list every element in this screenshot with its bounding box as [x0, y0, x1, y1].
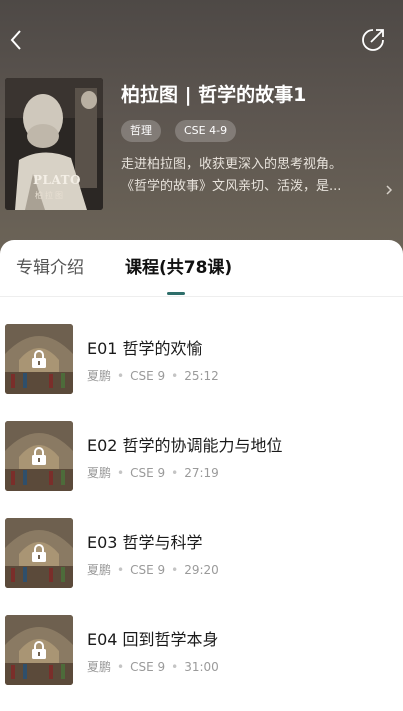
meta-separator: • — [117, 660, 125, 674]
chevron-right-icon — [386, 185, 393, 195]
course-level: CSE 9 — [130, 563, 166, 577]
content-panel: 专辑介绍 课程(共78课) E01 哲学的欢愉 夏鹏 • CSE 9 • 25:… — [0, 240, 403, 711]
course-thumbnail — [5, 518, 73, 588]
course-title: E01 哲学的欢愉 — [87, 339, 203, 358]
album-title: 柏拉图 | 哲学的故事1 — [121, 84, 307, 106]
course-duration: 29:20 — [184, 563, 219, 577]
cover-title: PLATO — [33, 173, 81, 187]
course-meta: 夏鹏 • CSE 9 • 27:19 — [87, 464, 219, 481]
course-duration: 25:12 — [184, 369, 219, 383]
album-header: PLATO 柏拉图 柏拉图 | 哲学的故事1 哲理 CSE 4-9 走进柏拉图，… — [0, 0, 403, 262]
active-tab-indicator — [167, 292, 185, 295]
tab-courses[interactable]: 课程(共78课) — [125, 257, 232, 279]
meta-separator: • — [117, 563, 125, 577]
course-title: E04 回到哲学本身 — [87, 630, 219, 649]
course-item[interactable]: E03 哲学与科学 夏鹏 • CSE 9 • 29:20 — [0, 518, 403, 590]
tag-level[interactable]: CSE 4-9 — [175, 120, 237, 142]
description-line-2: 《哲学的故事》文风亲切、活泼，是... — [121, 179, 342, 194]
meta-separator: • — [117, 466, 125, 480]
lock-icon — [32, 350, 46, 368]
meta-separator: • — [117, 369, 125, 383]
course-level: CSE 9 — [130, 369, 166, 383]
back-button[interactable] — [2, 26, 30, 54]
course-level: CSE 9 — [130, 660, 166, 674]
course-meta: 夏鹏 • CSE 9 • 29:20 — [87, 561, 219, 578]
share-icon — [362, 29, 384, 51]
tab-divider — [0, 296, 403, 297]
meta-separator: • — [171, 369, 179, 383]
course-meta: 夏鹏 • CSE 9 • 25:12 — [87, 367, 219, 384]
tag-category[interactable]: 哲理 — [121, 120, 161, 142]
description-more-button[interactable] — [382, 180, 396, 200]
course-meta: 夏鹏 • CSE 9 • 31:00 — [87, 658, 219, 675]
lock-icon — [32, 641, 46, 659]
course-thumbnail — [5, 615, 73, 685]
course-thumbnail — [5, 324, 73, 394]
album-cover[interactable]: PLATO 柏拉图 — [5, 78, 103, 210]
course-title: E02 哲学的协调能力与地位 — [87, 436, 283, 455]
course-title: E03 哲学与科学 — [87, 533, 203, 552]
meta-separator: • — [171, 660, 179, 674]
description-line-1: 走进柏拉图，收获更深入的思考视角。 — [121, 157, 343, 172]
tab-intro[interactable]: 专辑介绍 — [16, 257, 84, 279]
share-button[interactable] — [359, 26, 387, 54]
course-item[interactable]: E04 回到哲学本身 夏鹏 • CSE 9 • 31:00 — [0, 615, 403, 687]
course-teacher: 夏鹏 — [87, 369, 112, 383]
course-thumbnail — [5, 421, 73, 491]
course-item[interactable]: E02 哲学的协调能力与地位 夏鹏 • CSE 9 • 27:19 — [0, 421, 403, 493]
course-item[interactable]: E01 哲学的欢愉 夏鹏 • CSE 9 • 25:12 — [0, 324, 403, 396]
course-teacher: 夏鹏 — [87, 563, 112, 577]
lock-icon — [32, 447, 46, 465]
meta-separator: • — [171, 466, 179, 480]
cover-subtitle: 柏拉图 — [35, 191, 65, 200]
album-description[interactable]: 走进柏拉图，收获更深入的思考视角。 《哲学的故事》文风亲切、活泼，是... — [121, 154, 379, 198]
chevron-left-icon — [10, 30, 21, 50]
course-duration: 31:00 — [184, 660, 219, 674]
lock-icon — [32, 544, 46, 562]
course-level: CSE 9 — [130, 466, 166, 480]
meta-separator: • — [171, 563, 179, 577]
course-duration: 27:19 — [184, 466, 219, 480]
course-teacher: 夏鹏 — [87, 466, 112, 480]
course-teacher: 夏鹏 — [87, 660, 112, 674]
